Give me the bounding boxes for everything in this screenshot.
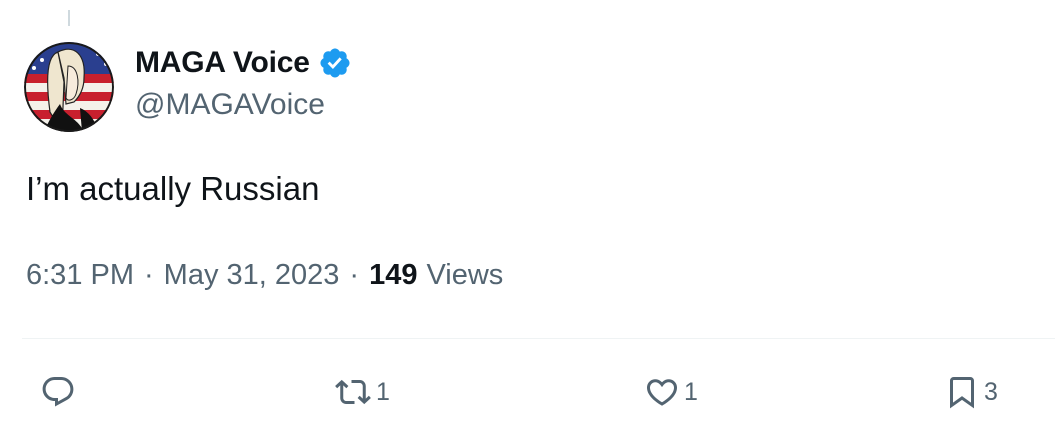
bookmark-icon xyxy=(950,377,974,409)
tweet-date[interactable]: May 31, 2023 xyxy=(164,259,340,292)
meta-separator: · xyxy=(144,259,154,291)
thread-connector-line xyxy=(68,10,70,26)
meta-separator: · xyxy=(349,259,360,291)
avatar[interactable] xyxy=(24,42,114,132)
retweet-icon xyxy=(335,379,371,405)
bookmark-count: 3 xyxy=(984,377,998,406)
retweet-button[interactable]: 1 xyxy=(334,374,390,410)
author-display-name[interactable]: MAGA Voice xyxy=(135,46,310,80)
tweet-time[interactable]: 6:31 PM xyxy=(26,259,134,292)
like-button[interactable]: 1 xyxy=(644,374,698,410)
retweet-count: 1 xyxy=(376,377,390,406)
views-count[interactable]: 149 xyxy=(369,259,417,292)
tweet-card: MAGA Voice @MAGAVoice I’m actually Russi… xyxy=(0,0,1055,446)
views-label[interactable]: Views xyxy=(426,259,503,292)
divider xyxy=(22,338,1055,339)
tweet-metadata: 6:31 PM · May 31, 2023 · 149 Views xyxy=(26,259,503,292)
author-name-row: MAGA Voice xyxy=(135,44,352,82)
heart-icon xyxy=(646,379,678,406)
verified-badge-icon[interactable] xyxy=(318,46,352,80)
tweet-text: I’m actually Russian xyxy=(26,170,320,207)
like-count: 1 xyxy=(684,377,698,406)
avatar-image xyxy=(24,42,114,132)
bookmark-button[interactable]: 3 xyxy=(944,374,998,410)
reply-icon xyxy=(42,377,74,407)
reply-button[interactable] xyxy=(40,374,76,410)
author-handle[interactable]: @MAGAVoice xyxy=(135,88,325,122)
